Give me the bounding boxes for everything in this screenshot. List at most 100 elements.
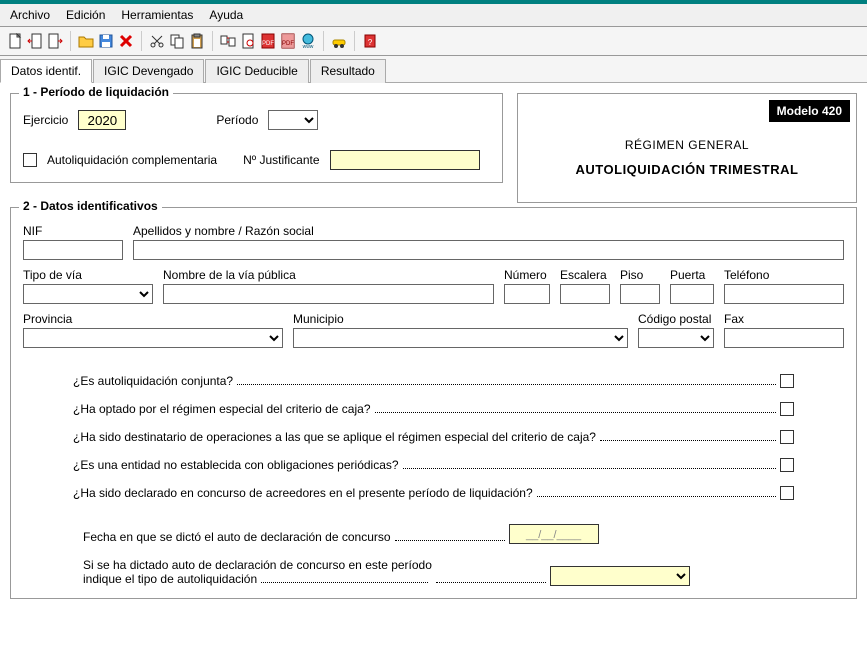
question-text-0: ¿Es autoliquidación conjunta? bbox=[73, 374, 233, 388]
nif-label: NIF bbox=[23, 224, 123, 238]
menu-herramientas[interactable]: Herramientas bbox=[115, 6, 199, 24]
puerta-label: Puerta bbox=[670, 268, 714, 282]
via-label: Nombre de la vía pública bbox=[163, 268, 494, 282]
question-checkbox-1[interactable] bbox=[780, 402, 794, 416]
section2-legend: 2 - Datos identificativos bbox=[19, 199, 162, 213]
delete-x-icon[interactable] bbox=[117, 32, 135, 50]
dots-filler bbox=[375, 412, 777, 413]
globe-www-icon[interactable]: www bbox=[299, 32, 317, 50]
section-datos-identificativos: 2 - Datos identificativos NIF Apellidos … bbox=[10, 207, 857, 599]
tipo-auto-label-l2: indique el tipo de autoliquidación bbox=[83, 572, 257, 586]
question-row-4: ¿Ha sido declarado en concurso de acreed… bbox=[73, 486, 794, 500]
question-row-3: ¿Es una entidad no establecida con oblig… bbox=[73, 458, 794, 472]
piso-input[interactable] bbox=[620, 284, 660, 304]
periodo-select[interactable] bbox=[268, 110, 318, 130]
complementaria-label: Autoliquidación complementaria bbox=[47, 153, 217, 167]
question-checkbox-0[interactable] bbox=[780, 374, 794, 388]
ejercicio-label: Ejercicio bbox=[23, 113, 68, 127]
toolbar-separator bbox=[141, 31, 142, 51]
modelo-badge: Modelo 420 bbox=[769, 100, 850, 122]
numero-label: Número bbox=[504, 268, 550, 282]
escalera-label: Escalera bbox=[560, 268, 610, 282]
fax-label: Fax bbox=[724, 312, 844, 326]
escalera-input[interactable] bbox=[560, 284, 610, 304]
dots-filler bbox=[403, 468, 776, 469]
toolbar-separator bbox=[70, 31, 71, 51]
complementaria-checkbox[interactable] bbox=[23, 153, 37, 167]
provincia-select[interactable] bbox=[23, 328, 283, 348]
toolbar-separator bbox=[354, 31, 355, 51]
question-checkbox-3[interactable] bbox=[780, 458, 794, 472]
question-text-4: ¿Ha sido declarado en concurso de acreed… bbox=[73, 486, 533, 500]
provincia-label: Provincia bbox=[23, 312, 283, 326]
via-input[interactable] bbox=[163, 284, 494, 304]
telefono-input[interactable] bbox=[724, 284, 844, 304]
telefono-label: Teléfono bbox=[724, 268, 844, 282]
disk-save-icon[interactable] bbox=[97, 32, 115, 50]
folder-open-icon[interactable] bbox=[77, 32, 95, 50]
scissors-cut-icon[interactable] bbox=[148, 32, 166, 50]
paste-icon[interactable] bbox=[188, 32, 206, 50]
tab-1[interactable]: IGIC Devengado bbox=[93, 59, 204, 83]
menubar: Archivo Edición Herramientas Ayuda bbox=[0, 4, 867, 27]
nombre-input[interactable] bbox=[133, 240, 844, 260]
menu-edicion[interactable]: Edición bbox=[60, 6, 111, 24]
svg-text:www: www bbox=[303, 44, 314, 49]
fax-input[interactable] bbox=[724, 328, 844, 348]
dots-filler bbox=[237, 384, 776, 385]
tipo-autoliquidacion-select[interactable] bbox=[550, 566, 690, 586]
copy-icon[interactable] bbox=[168, 32, 186, 50]
tab-strip: Datos identif.IGIC DevengadoIGIC Deducib… bbox=[0, 56, 867, 83]
fecha-auto-input[interactable]: __/__/____ bbox=[509, 524, 599, 544]
menu-ayuda[interactable]: Ayuda bbox=[203, 6, 249, 24]
tab-2[interactable]: IGIC Deducible bbox=[205, 59, 308, 83]
cp-select[interactable] bbox=[638, 328, 714, 348]
question-checkbox-2[interactable] bbox=[780, 430, 794, 444]
justificante-input[interactable] bbox=[330, 150, 480, 170]
section-periodo-liquidacion: 1 - Período de liquidación Ejercicio Per… bbox=[10, 93, 503, 183]
car-yellow-icon[interactable] bbox=[330, 32, 348, 50]
fecha-auto-label: Fecha en que se dictó el auto de declara… bbox=[83, 530, 391, 544]
municipio-select[interactable] bbox=[293, 328, 628, 348]
svg-text:PDF: PDF bbox=[262, 41, 274, 47]
file-stamp-icon[interactable] bbox=[239, 32, 257, 50]
dots-filler bbox=[600, 440, 776, 441]
pdf-gray-icon[interactable]: PDF bbox=[279, 32, 297, 50]
autoliquidacion-title: AUTOLIQUIDACIÓN TRIMESTRAL bbox=[528, 162, 846, 177]
toolbar: PDF PDF www? bbox=[0, 27, 867, 56]
question-text-3: ¿Es una entidad no establecida con oblig… bbox=[73, 458, 399, 472]
question-checkbox-4[interactable] bbox=[780, 486, 794, 500]
tipo-via-label: Tipo de vía bbox=[23, 268, 153, 282]
piso-label: Piso bbox=[620, 268, 660, 282]
regimen-text: RÉGIMEN GENERAL bbox=[528, 138, 846, 152]
question-text-1: ¿Ha optado por el régimen especial del c… bbox=[73, 402, 371, 416]
svg-text:?: ? bbox=[368, 38, 373, 47]
dots-filler bbox=[537, 496, 776, 497]
nif-input[interactable] bbox=[23, 240, 123, 260]
justificante-label: Nº Justificante bbox=[243, 153, 319, 167]
tab-0[interactable]: Datos identif. bbox=[0, 59, 92, 83]
section1-legend: 1 - Período de liquidación bbox=[19, 85, 173, 99]
swap-docs-icon[interactable] bbox=[219, 32, 237, 50]
numero-input[interactable] bbox=[504, 284, 550, 304]
puerta-input[interactable] bbox=[670, 284, 714, 304]
tipo-via-select[interactable] bbox=[23, 284, 153, 304]
model-header-box: Modelo 420 RÉGIMEN GENERAL AUTOLIQUIDACI… bbox=[517, 93, 857, 203]
question-row-2: ¿Ha sido destinatario de operaciones a l… bbox=[73, 430, 794, 444]
ejercicio-input[interactable] bbox=[78, 110, 126, 130]
help-book-icon[interactable]: ? bbox=[361, 32, 379, 50]
doc-new-icon[interactable] bbox=[6, 32, 24, 50]
question-row-1: ¿Ha optado por el régimen especial del c… bbox=[73, 402, 794, 416]
doc-move-left-icon[interactable] bbox=[26, 32, 44, 50]
periodo-label: Período bbox=[216, 113, 258, 127]
cp-label: Código postal bbox=[638, 312, 714, 326]
toolbar-separator bbox=[323, 31, 324, 51]
menu-archivo[interactable]: Archivo bbox=[4, 6, 56, 24]
pdf-red-icon[interactable]: PDF bbox=[259, 32, 277, 50]
municipio-label: Municipio bbox=[293, 312, 628, 326]
question-text-2: ¿Ha sido destinatario de operaciones a l… bbox=[73, 430, 596, 444]
svg-text:PDF: PDF bbox=[282, 41, 294, 47]
nombre-label: Apellidos y nombre / Razón social bbox=[133, 224, 844, 238]
tab-3[interactable]: Resultado bbox=[310, 59, 386, 83]
doc-move-right-icon[interactable] bbox=[46, 32, 64, 50]
